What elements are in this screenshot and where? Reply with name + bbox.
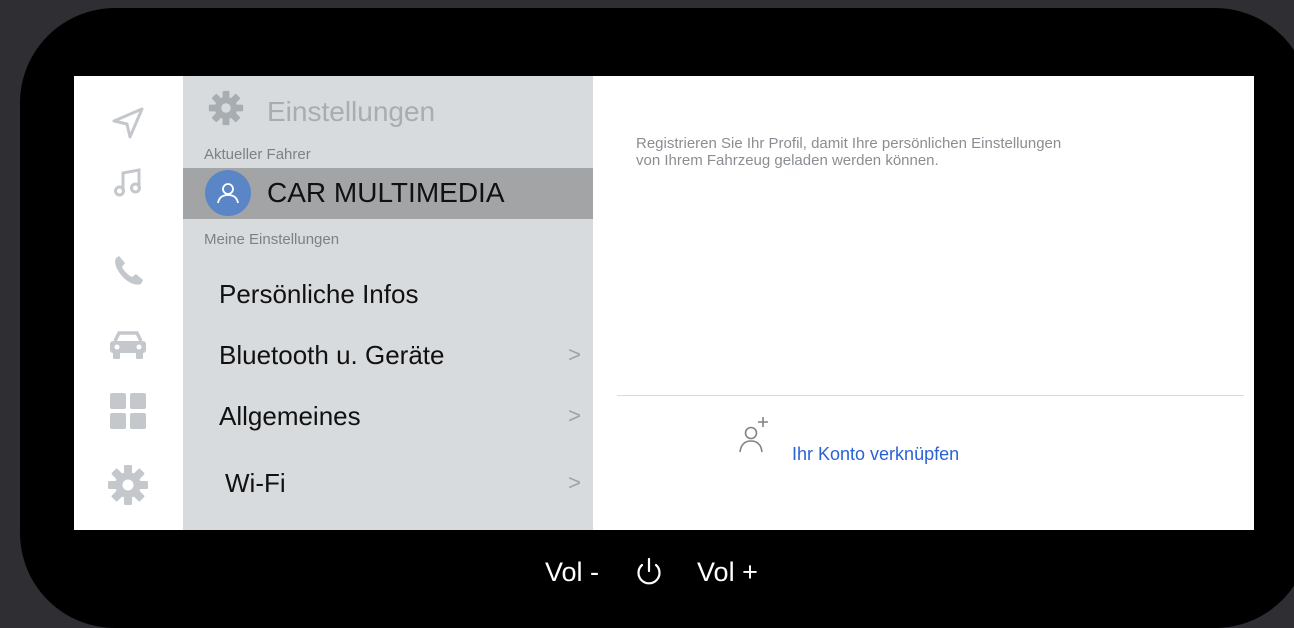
divider <box>617 395 1244 396</box>
menu-item-label: Persönliche Infos <box>219 279 419 309</box>
power-icon[interactable] <box>633 556 665 588</box>
page-title: Einstellungen <box>267 96 436 127</box>
volume-down-button[interactable]: Vol - <box>545 557 599 588</box>
menu-item-wifi[interactable]: Wi-Fi > <box>183 456 593 512</box>
head-unit-screen: Einstellungen Aktueller Fahrer CAR MULTI… <box>74 76 1254 530</box>
avatar <box>205 170 251 216</box>
settings-gear-icon[interactable] <box>104 462 152 508</box>
current-driver-label: Aktueller Fahrer <box>204 146 311 163</box>
menu-item-bluetooth[interactable]: Bluetooth u. Geräte > <box>183 328 593 384</box>
chevron-right-icon: > <box>568 403 581 428</box>
music-icon[interactable] <box>104 160 152 206</box>
add-user-icon[interactable] <box>738 413 774 455</box>
icon-rail <box>74 76 183 530</box>
detail-pane: Registrieren Sie Ihr Profil, damit Ihre … <box>593 76 1254 530</box>
navigation-icon[interactable] <box>104 100 152 146</box>
volume-up-button[interactable]: Vol + <box>697 557 758 588</box>
hardware-controls: Vol - Vol + <box>545 552 758 592</box>
car-icon[interactable] <box>104 322 152 368</box>
user-icon <box>217 183 239 204</box>
driver-name: CAR MULTIMEDIA <box>267 177 505 208</box>
chevron-right-icon: > <box>568 342 581 367</box>
profile-description: Registrieren Sie Ihr Profil, damit Ihre … <box>636 135 1062 169</box>
menu-item-label: Bluetooth u. Geräte <box>219 340 445 370</box>
menu-item-label: Wi-Fi <box>225 468 286 498</box>
settings-panel: Einstellungen Aktueller Fahrer CAR MULTI… <box>183 76 593 530</box>
phone-icon[interactable] <box>104 248 152 294</box>
menu-item-general[interactable]: Allgemeines > <box>183 389 593 445</box>
chevron-right-icon: > <box>568 470 581 495</box>
current-driver-row[interactable]: CAR MULTIMEDIA <box>183 168 593 219</box>
settings-title-gear-icon <box>208 90 244 126</box>
menu-item-label: Allgemeines <box>219 401 361 431</box>
menu-item-personal-info[interactable]: Persönliche Infos <box>183 267 593 323</box>
apps-grid-icon[interactable] <box>104 388 152 434</box>
my-settings-label: Meine Einstellungen <box>204 231 340 248</box>
link-account-button[interactable]: Ihr Konto verknüpfen <box>792 444 959 465</box>
